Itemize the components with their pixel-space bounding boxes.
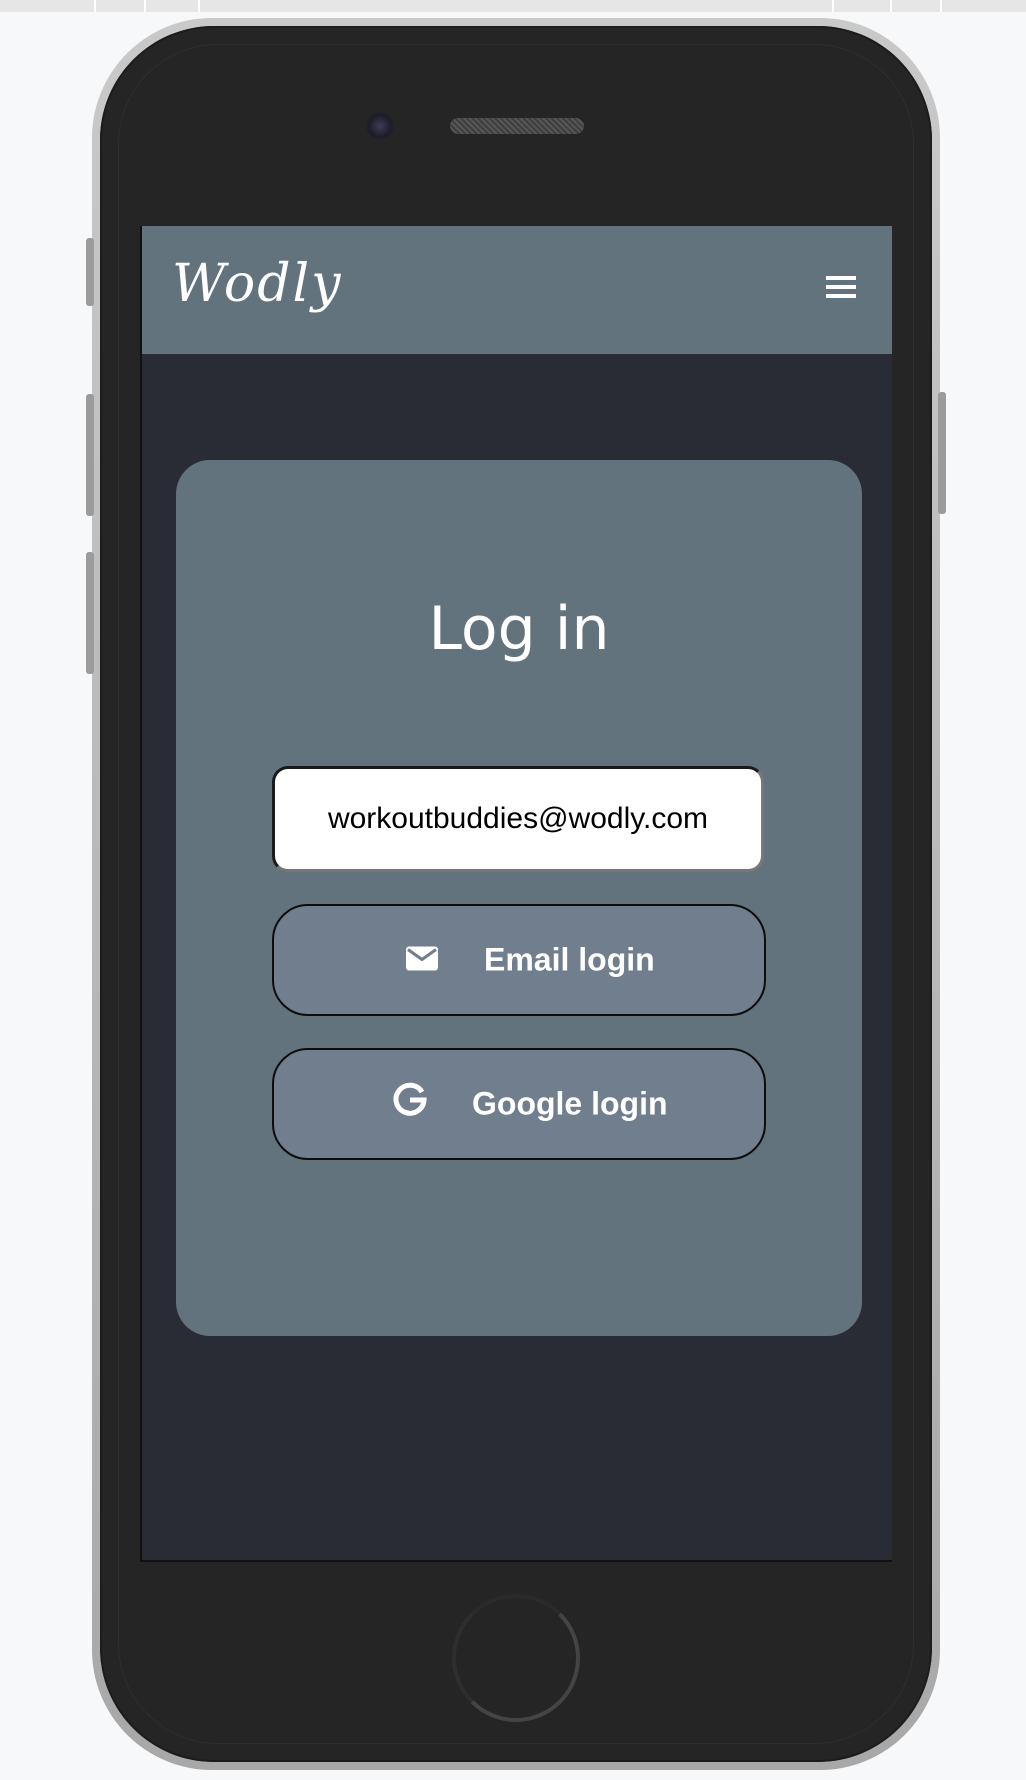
power-button xyxy=(938,392,946,514)
phone-screen: Wodly Log in Email login xyxy=(140,226,892,1562)
strip-divider xyxy=(94,0,96,12)
home-button[interactable] xyxy=(452,1594,580,1722)
strip-divider xyxy=(890,0,892,12)
top-navbar: Wodly xyxy=(142,226,892,354)
email-login-button[interactable]: Email login xyxy=(272,904,766,1016)
login-card: Log in Email login Google login xyxy=(176,460,862,1336)
app-logo[interactable]: Wodly xyxy=(172,254,343,314)
menu-button[interactable] xyxy=(826,276,860,304)
front-camera xyxy=(366,112,394,140)
mute-switch xyxy=(86,238,94,306)
browser-top-strip xyxy=(0,0,1026,12)
volume-up-button xyxy=(86,394,94,516)
login-title: Log in xyxy=(428,594,610,664)
hamburger-menu-icon xyxy=(826,276,860,298)
email-login-label: Email login xyxy=(484,941,655,978)
volume-down-button xyxy=(86,552,94,674)
earpiece-speaker xyxy=(450,118,584,134)
envelope-icon xyxy=(406,942,438,979)
strip-divider xyxy=(144,0,146,12)
email-input[interactable] xyxy=(272,766,764,872)
google-login-label: Google login xyxy=(472,1085,668,1122)
google-g-icon xyxy=(392,1082,428,1126)
strip-divider xyxy=(198,0,200,12)
strip-divider xyxy=(940,0,942,12)
google-login-button[interactable]: Google login xyxy=(272,1048,766,1160)
strip-divider xyxy=(832,0,834,12)
